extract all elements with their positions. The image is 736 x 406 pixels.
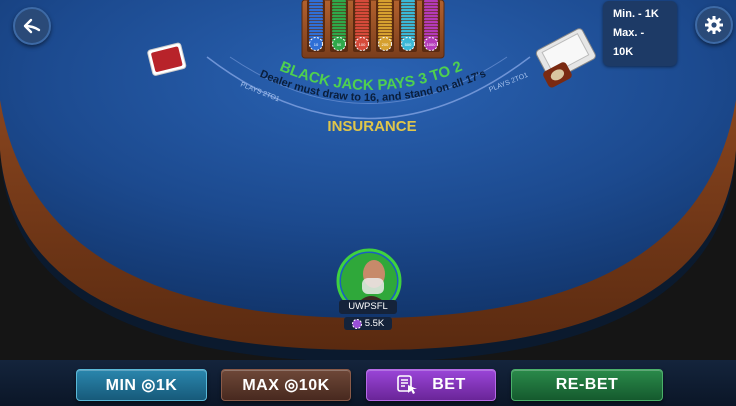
- chip-label-1000: 1000: [427, 42, 437, 47]
- chip-icon: [351, 318, 362, 329]
- chip-label-200: 200: [382, 42, 389, 47]
- player-name: UWPSFL: [339, 300, 397, 314]
- insurance-text: INSURANCE: [327, 118, 416, 135]
- bet-button[interactable]: BET: [366, 369, 496, 401]
- back-button[interactable]: [13, 7, 51, 45]
- chip-stack-10: 10: [309, 0, 323, 51]
- max-bet-button[interactable]: MAX ◎10K: [221, 369, 351, 401]
- settings-button[interactable]: [695, 6, 733, 44]
- chip-stack-1000: 1000: [424, 0, 438, 51]
- chip-label-50: 50: [337, 42, 342, 47]
- player-balance: 5.5K: [344, 317, 392, 330]
- chip-label-10: 10: [314, 42, 319, 47]
- rebet-button[interactable]: RE-BET: [511, 369, 663, 401]
- chip-stack-50: 50: [332, 0, 346, 51]
- bet-hand-icon: [397, 375, 418, 394]
- max-limit-text: Max. - 10K: [613, 27, 645, 58]
- chip-label-500: 500: [405, 42, 412, 47]
- bet-button-label: BET: [432, 376, 466, 393]
- chip-stack-200: 200: [378, 0, 392, 51]
- player-balance-value: 5.5K: [364, 318, 385, 329]
- min-bet-button[interactable]: MIN ◎1K: [76, 369, 207, 401]
- chip-stack-100: 100: [355, 0, 369, 51]
- min-limit-text: Min. - 1K: [613, 8, 659, 20]
- table-limits: Min. - 1K Max. - 10K: [603, 1, 677, 66]
- chip-label-100: 100: [359, 42, 366, 47]
- chip-tray: 10 50 100 200 500 1000: [301, 0, 445, 59]
- back-arrow-icon: [23, 18, 41, 34]
- chip-stack-500: 500: [401, 0, 415, 51]
- gear-icon: [705, 16, 723, 34]
